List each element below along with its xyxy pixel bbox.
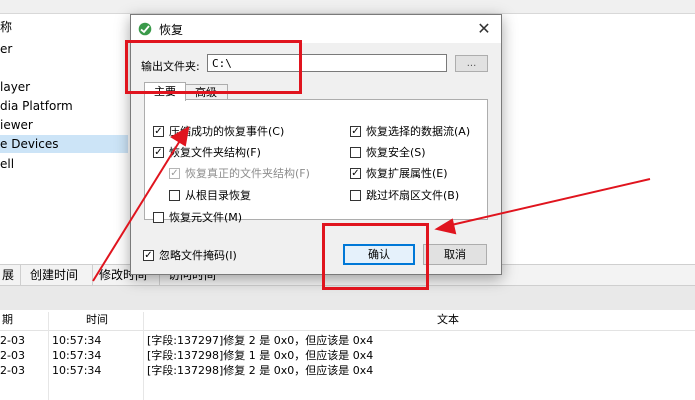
annotation-arrow-folder-structure: [92, 138, 182, 282]
annotation-arrowhead: [170, 126, 190, 147]
annotation-arrows: [92, 126, 651, 282]
annotation-arrow-confirm: [446, 178, 651, 227]
annotation-arrowhead: [434, 218, 457, 235]
